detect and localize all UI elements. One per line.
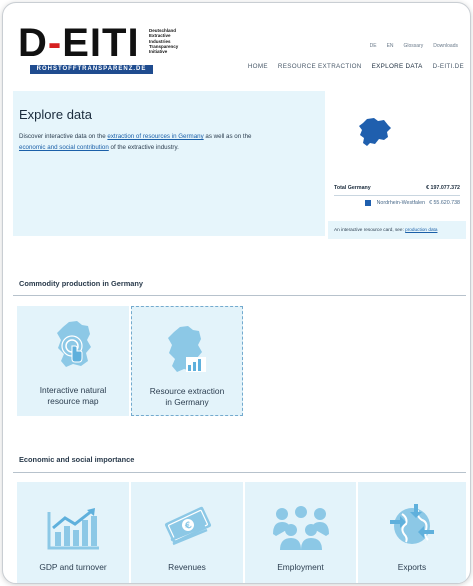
main-nav: HOME RESOURCE EXTRACTION EXPLORE DATA D-…	[248, 63, 464, 70]
economic-section-title: Economic and social importance	[19, 455, 135, 464]
logo-bar: ROHSTOFFTRANSPARENZ.DE	[30, 65, 153, 74]
region-label: Nordrhein-Westfalen	[376, 200, 426, 206]
total-label: Total Germany	[334, 185, 371, 191]
total-value: € 197.077.372	[426, 185, 460, 191]
contribution-link[interactable]: economic and social contribution	[19, 144, 109, 151]
tile-revenues[interactable]: € Revenues	[131, 482, 243, 583]
logo-subtitle: Deutschland Extractive Industries Transp…	[149, 28, 209, 54]
growth-chart-icon	[47, 508, 99, 550]
map-preview-panel: Total Germany € 197.077.372 Nordrhein-We…	[328, 91, 466, 236]
total-germany-row: Total Germany € 197.077.372	[334, 185, 460, 196]
note-text: An interactive resource card, see:	[334, 227, 406, 232]
utility-links: DE EN Glossary Downloads	[370, 43, 458, 49]
section-divider	[13, 295, 466, 296]
nav-deiti-de[interactable]: D-EITI.DE	[433, 63, 464, 70]
nav-home[interactable]: HOME	[248, 63, 268, 70]
nav-explore-data[interactable]: EXPLORE DATA	[372, 63, 423, 70]
intro-text-part: of the extractive industry.	[108, 144, 179, 151]
tile-label-line-2: in Germany	[165, 397, 209, 407]
region-value: € 55.620.738	[429, 200, 460, 206]
nav-resource-extraction[interactable]: RESOURCE EXTRACTION	[278, 63, 362, 70]
tile-label: Employment	[277, 562, 324, 572]
region-legend-swatch	[364, 200, 371, 206]
section-divider	[13, 472, 466, 473]
explore-intro-panel: Explore data Discover interactive data o…	[13, 91, 325, 236]
tile-resource-extraction[interactable]: Resource extraction in Germany	[131, 306, 243, 416]
tile-exports[interactable]: Exports	[358, 482, 466, 583]
intro-text: Discover interactive data on the extract…	[19, 131, 324, 153]
tile-employment[interactable]: Employment	[245, 482, 356, 583]
browser-frame: D-EITI Deutschland Extractive Industries…	[2, 2, 471, 584]
page-title: Explore data	[19, 107, 92, 122]
tile-label-line-1: Interactive natural	[39, 385, 107, 395]
lang-en-link[interactable]: EN	[387, 43, 394, 49]
production-data-link[interactable]: production data	[405, 227, 437, 232]
intro-text-part: Discover interactive data on the	[19, 133, 108, 140]
logo-letters-eiti: EITI	[62, 21, 140, 65]
glossary-link[interactable]: Glossary	[404, 43, 424, 49]
deiti-logo[interactable]: D-EITI Deutschland Extractive Industries…	[18, 23, 209, 77]
logo-dash: -	[47, 21, 63, 65]
tile-label: GDP and turnover	[39, 562, 107, 572]
region-row: Nordrhein-Westfalen € 55.620.738	[334, 196, 460, 206]
tile-label-line-2: resource map	[47, 396, 99, 406]
site-header: D-EITI Deutschland Extractive Industries…	[3, 3, 470, 89]
totals-table: Total Germany € 197.077.372 Nordrhein-We…	[334, 185, 460, 206]
money-bills-icon: €	[164, 506, 212, 546]
germany-map-touch-icon	[57, 321, 91, 367]
commodity-section-title: Commodity production in Germany	[19, 279, 144, 288]
downloads-link[interactable]: Downloads	[433, 43, 458, 49]
nrw-map-icon[interactable]	[358, 117, 392, 147]
logo-wordmark: D-EITI	[18, 23, 140, 63]
tile-label-line-1: Resource extraction	[149, 386, 225, 396]
tile-interactive-map[interactable]: Interactive natural resource map	[17, 306, 129, 416]
lang-de-link[interactable]: DE	[370, 43, 377, 49]
globe-arrows-icon	[390, 504, 434, 544]
logo-line: Initiative	[149, 49, 168, 55]
tile-gdp-turnover[interactable]: GDP and turnover	[17, 482, 129, 583]
logo-letter-d: D	[18, 21, 48, 65]
germany-bar-chart-icon	[168, 326, 206, 372]
intro-text-part: as well as on the	[203, 133, 252, 140]
tile-label: Exports	[397, 562, 427, 572]
people-group-icon	[273, 506, 329, 550]
extraction-link[interactable]: extraction of resources in Germany	[107, 133, 203, 140]
map-note: An interactive resource card, see: produ…	[328, 221, 466, 239]
tile-label: Revenues	[168, 562, 206, 572]
